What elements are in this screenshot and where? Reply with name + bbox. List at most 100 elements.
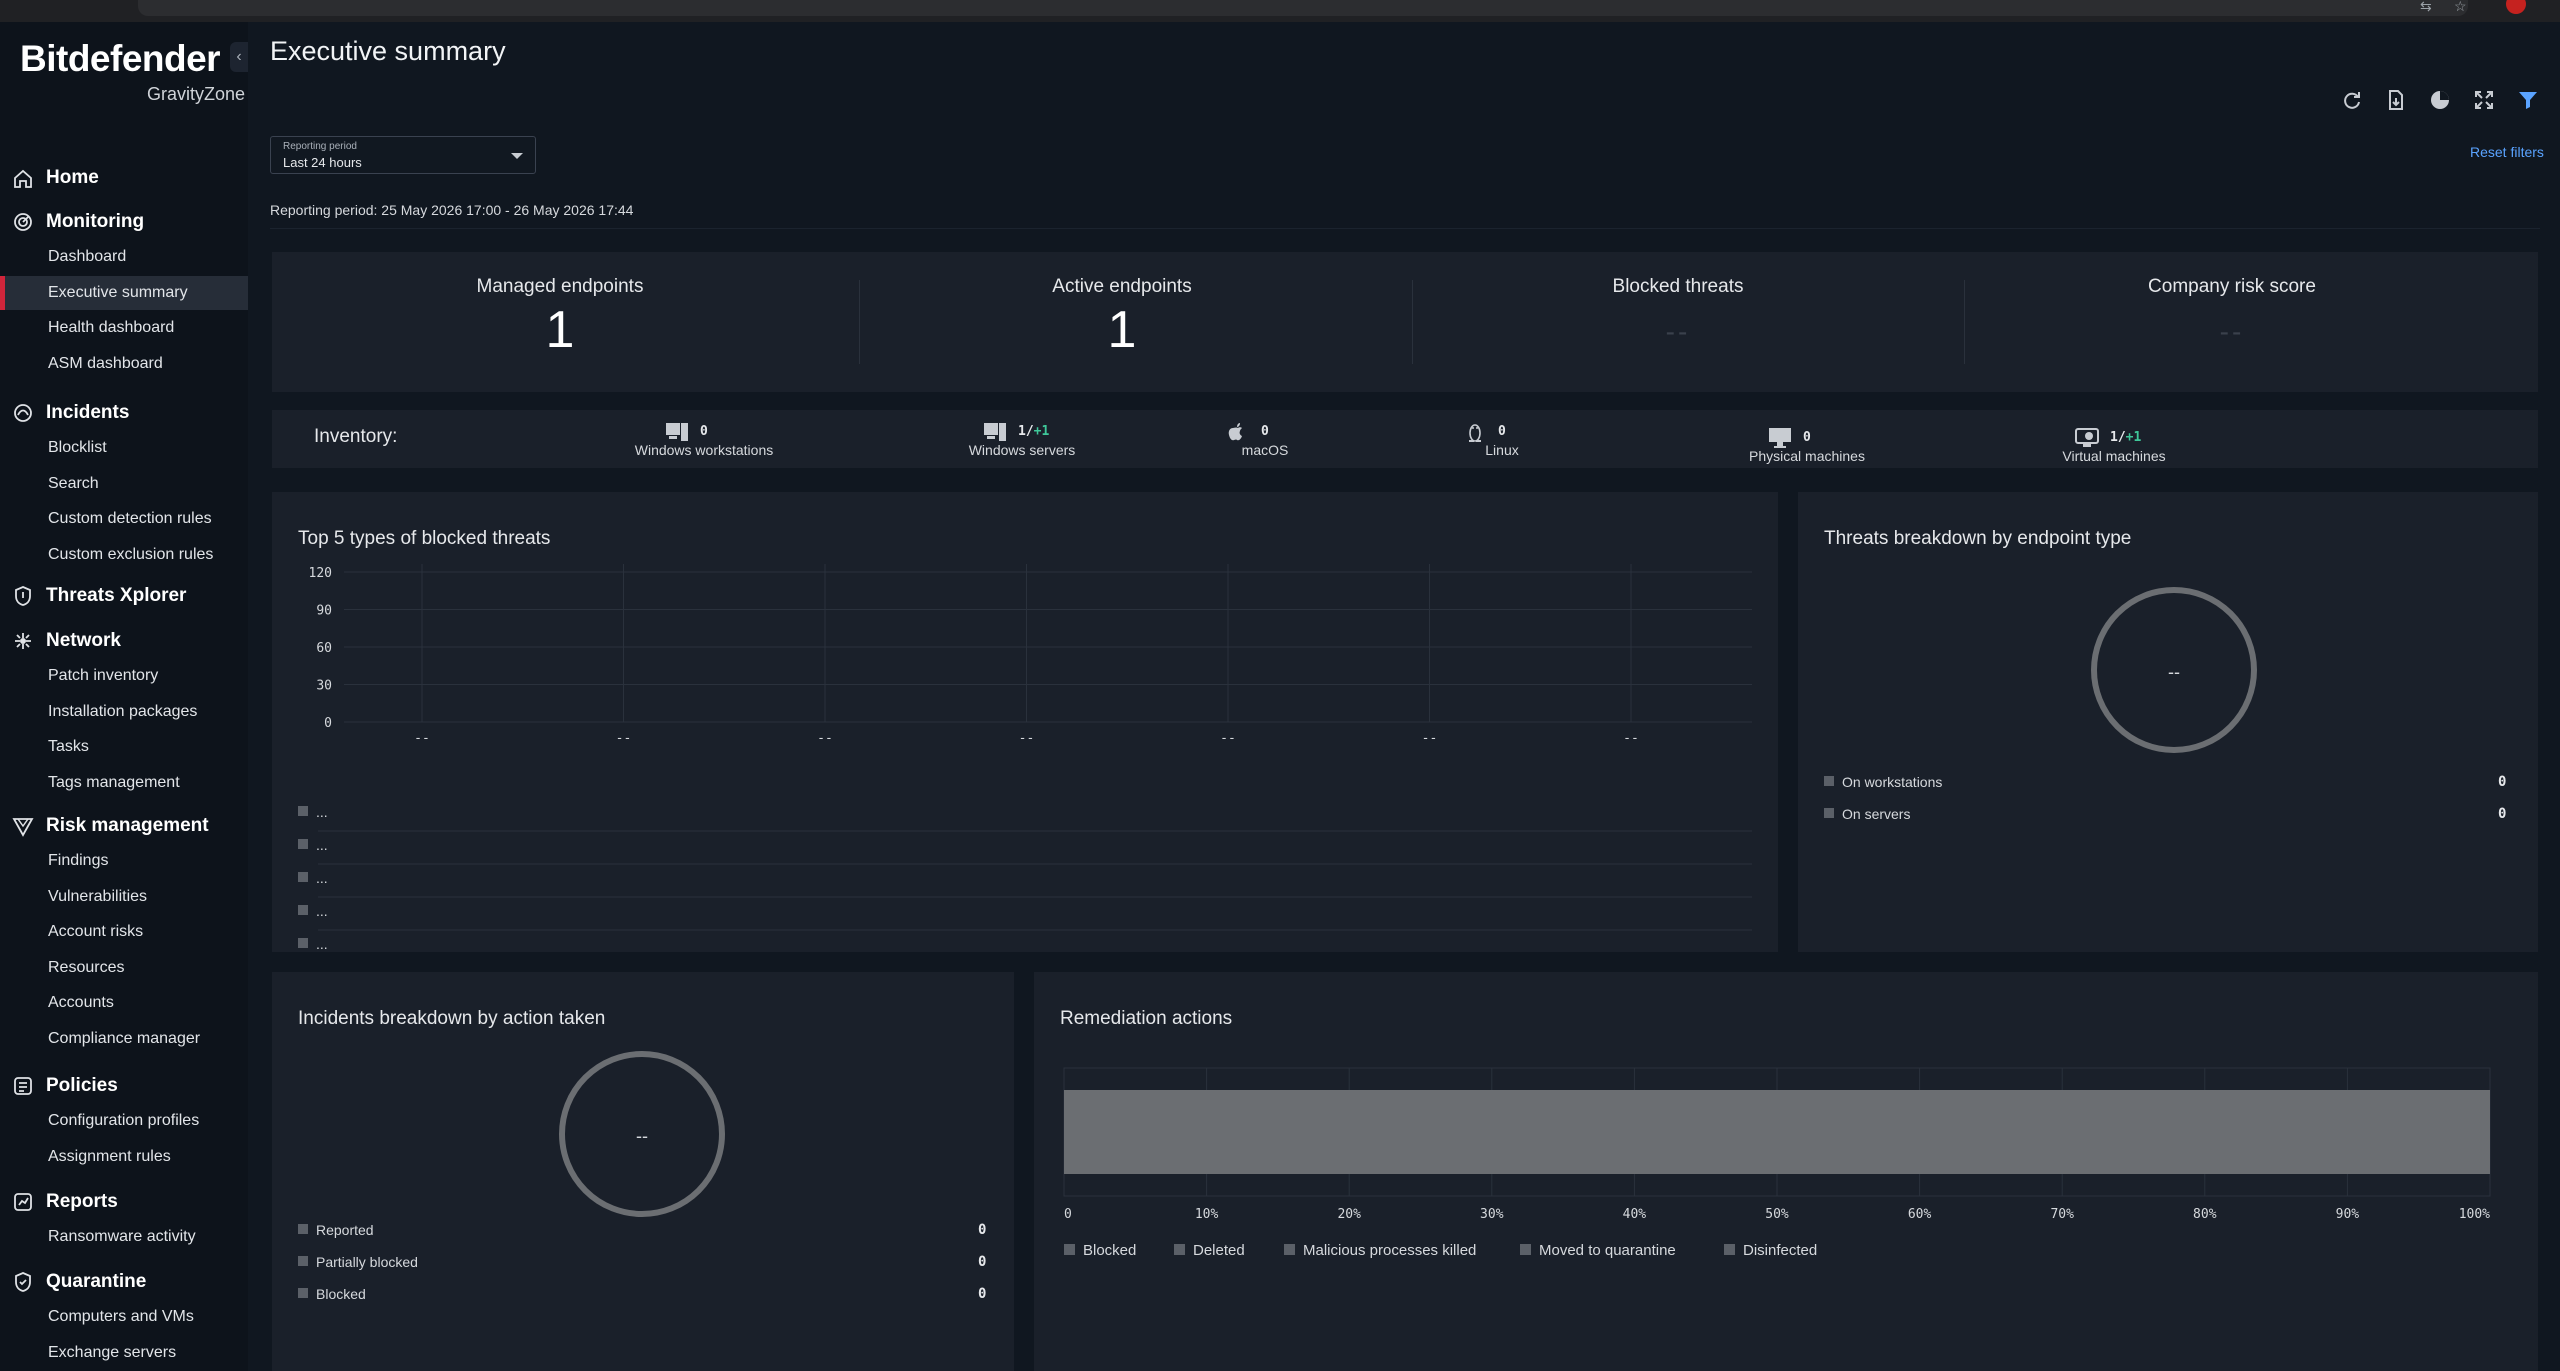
sidebar-item-computers-and-vms[interactable]: Computers and VMs xyxy=(0,1300,248,1334)
sidebar-section-label: Reports xyxy=(46,1191,118,1212)
sidebar-item-label: Health dashboard xyxy=(48,319,175,337)
kpi-company-risk-score[interactable]: Company risk score -- xyxy=(1954,252,2510,392)
profile-avatar[interactable] xyxy=(2506,0,2526,14)
sidebar-item-health-dashboard[interactable]: Health dashboard xyxy=(0,311,248,345)
reporting-period-select[interactable]: Reporting period Last 24 hours xyxy=(270,136,536,174)
refresh-icon[interactable] xyxy=(2340,88,2364,112)
sidebar-item-search[interactable]: Search xyxy=(0,467,248,501)
kpi-managed-endpoints[interactable]: Managed endpoints 1 xyxy=(282,252,838,392)
sidebar-item-blocklist[interactable]: Blocklist xyxy=(0,431,248,465)
legend-reported[interactable]: Reported xyxy=(298,1222,374,1238)
sidebar-section-threats-xplorer[interactable]: Threats Xplorer xyxy=(0,578,248,612)
sidebar-section-label: Home xyxy=(46,167,99,188)
legend-swatch xyxy=(1064,1243,1075,1255)
sidebar-section-reports[interactable]: Reports xyxy=(0,1184,248,1218)
sidebar-item-tags-management[interactable]: Tags management xyxy=(0,766,248,800)
sidebar-item-vulnerabilities[interactable]: Vulnerabilities xyxy=(0,880,248,914)
inventory-item-linux[interactable]: 0 Linux xyxy=(1402,416,1602,464)
sidebar-item-custom-exclusion-rules[interactable]: Custom exclusion rules xyxy=(0,538,248,572)
legend-swatch xyxy=(298,1288,308,1299)
sidebar-item-resources[interactable]: Resources xyxy=(0,951,248,985)
legend-value: 0 xyxy=(978,1254,987,1270)
legend-item-malicious-processes-killed[interactable]: Malicious processes killed xyxy=(1284,1242,1476,1259)
kpi-active-endpoints[interactable]: Active endpoints 1 xyxy=(844,252,1400,392)
legend-item-disinfected[interactable]: Disinfected xyxy=(1724,1242,1817,1259)
legend-label: Blocked xyxy=(316,1286,366,1302)
sidebar-section-policies[interactable]: Policies xyxy=(0,1068,248,1102)
sidebar-section-incidents[interactable]: Incidents xyxy=(0,395,248,429)
sidebar-item-ransomware-activity[interactable]: Ransomware activity xyxy=(0,1220,248,1254)
x-tick-label: -- xyxy=(817,731,833,746)
inventory-item-macos[interactable]: 0 macOS xyxy=(1165,416,1365,464)
sidebar-section-quarantine[interactable]: Quarantine xyxy=(0,1264,248,1298)
legend-label: Reported xyxy=(316,1222,374,1238)
x-tick-label: -- xyxy=(414,731,430,746)
brand-name: Bitdefender xyxy=(20,38,221,79)
legend-item[interactable]: ... xyxy=(298,936,328,952)
legend-on-servers[interactable]: On servers xyxy=(1824,806,1910,822)
sidebar-section-label: Network xyxy=(46,630,121,651)
fullscreen-icon[interactable] xyxy=(2472,88,2496,112)
sidebar-item-label: Exchange servers xyxy=(48,1343,177,1361)
kpi-value: 1 xyxy=(545,301,575,359)
sidebar-section-home[interactable]: Home xyxy=(0,160,248,194)
inventory-item-virtual-machines[interactable]: 1/+1 Virtual machines xyxy=(2014,422,2214,470)
inventory-label: Inventory: xyxy=(314,426,398,447)
collapse-sidebar-button[interactable]: ‹ xyxy=(230,42,248,72)
legend-label: Moved to quarantine xyxy=(1539,1242,1676,1259)
sidebar-item-asm-dashboard[interactable]: ASM dashboard xyxy=(0,347,248,381)
y-tick-label: 60 xyxy=(316,641,332,656)
share-icon[interactable]: ⇆ xyxy=(2420,0,2436,14)
sidebar-item-tasks[interactable]: Tasks xyxy=(0,730,248,764)
remediation-bar[interactable] xyxy=(1064,1090,2490,1174)
legend-item-blocked[interactable]: Blocked xyxy=(1064,1242,1136,1259)
legend-item[interactable]: ... xyxy=(298,837,328,853)
reset-filters-link[interactable]: Reset filters xyxy=(2470,144,2544,160)
legend-on-workstations[interactable]: On workstations xyxy=(1824,774,1942,790)
x-tick-label: 30% xyxy=(1480,1207,1504,1222)
sidebar-item-dashboard[interactable]: Dashboard xyxy=(0,240,248,274)
sidebar-item-assignment-rules[interactable]: Assignment rules xyxy=(0,1140,248,1174)
sidebar-section-network[interactable]: Network xyxy=(0,623,248,657)
legend-value: 0 xyxy=(2498,806,2507,822)
sidebar-item-installation-packages[interactable]: Installation packages xyxy=(0,695,248,729)
legend-item-deleted[interactable]: Deleted xyxy=(1174,1242,1245,1259)
inventory-item-windows-workstations[interactable]: 0 Windows workstations xyxy=(604,416,804,464)
sidebar-item-findings[interactable]: Findings xyxy=(0,844,248,878)
sidebar-section-risk-management[interactable]: Risk management xyxy=(0,808,248,842)
legend-item-moved-to-quarantine[interactable]: Moved to quarantine xyxy=(1520,1242,1676,1259)
legend-partially-blocked[interactable]: Partially blocked xyxy=(298,1254,418,1270)
sidebar-item-label: Assignment rules xyxy=(48,1147,171,1165)
legend-blocked[interactable]: Blocked xyxy=(298,1286,366,1302)
pie-chart-icon[interactable] xyxy=(2428,88,2452,112)
quarantine-icon xyxy=(15,1272,31,1292)
legend-item[interactable]: ... xyxy=(298,903,328,919)
sidebar-item-configuration-profiles[interactable]: Configuration profiles xyxy=(0,1104,248,1138)
sidebar-section-monitoring[interactable]: Monitoring xyxy=(0,204,248,238)
sidebar-section-label: Incidents xyxy=(46,402,130,423)
sidebar-item-executive-summary[interactable]: Executive summary xyxy=(0,275,248,310)
legend-item[interactable]: ... xyxy=(298,870,328,886)
sidebar-item-custom-detection-rules[interactable]: Custom detection rules xyxy=(0,502,248,536)
logo[interactable]: Bitdefender GravityZone xyxy=(20,38,245,104)
reports-icon xyxy=(14,1193,32,1211)
shield-icon xyxy=(15,586,31,606)
inventory-item-physical-machines[interactable]: 0 Physical machines xyxy=(1707,422,1907,470)
inventory-item-windows-servers[interactable]: 1/+1 Windows servers xyxy=(922,416,1122,464)
filter-icon[interactable] xyxy=(2516,88,2540,112)
export-pdf-icon[interactable] xyxy=(2384,88,2408,112)
sidebar-item-exchange-servers[interactable]: Exchange servers xyxy=(0,1336,248,1370)
x-tick-label: -- xyxy=(1623,731,1639,746)
address-bar[interactable] xyxy=(138,0,2468,16)
legend-swatch xyxy=(1824,776,1834,787)
sidebar-item-patch-inventory[interactable]: Patch inventory xyxy=(0,659,248,693)
legend-swatch xyxy=(1174,1243,1185,1255)
legend-item[interactable]: ... xyxy=(298,804,328,820)
bookmark-star-icon[interactable]: ☆ xyxy=(2454,0,2470,14)
donut-center-value: -- xyxy=(636,1126,648,1146)
kpi-blocked-threats[interactable]: Blocked threats -- xyxy=(1400,252,1956,392)
sidebar-item-accounts[interactable]: Accounts xyxy=(0,986,248,1020)
x-tick-label: -- xyxy=(1019,731,1035,746)
sidebar-item-account-risks[interactable]: Account risks xyxy=(0,915,248,949)
sidebar-item-compliance-manager[interactable]: Compliance manager xyxy=(0,1022,248,1056)
